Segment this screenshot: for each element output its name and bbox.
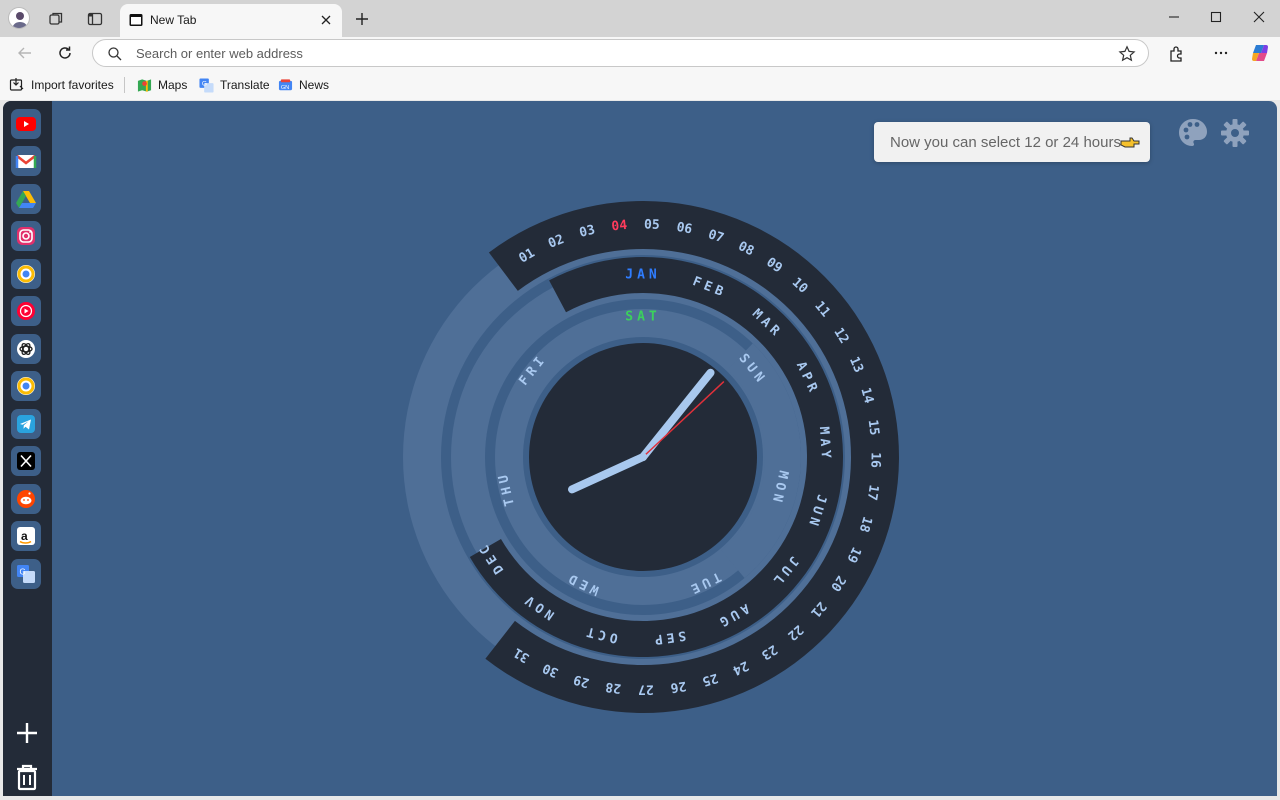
search-icon <box>108 47 122 61</box>
tab-new-tab[interactable]: New Tab <box>120 4 342 37</box>
weekday-label: SAT <box>625 310 660 325</box>
x-icon[interactable] <box>11 446 41 476</box>
svg-text:a: a <box>21 529 28 543</box>
month-label: JAN <box>625 268 660 283</box>
svg-text:GN: GN <box>281 84 289 90</box>
favorite-label: Translate <box>220 78 270 92</box>
toolbar <box>0 37 1280 69</box>
day-label: 15 <box>865 419 882 436</box>
favorite-label: Import favorites <box>31 78 114 92</box>
maps-icon <box>137 78 152 92</box>
favorites-divider <box>124 77 125 93</box>
extensions-icon[interactable] <box>1161 38 1191 68</box>
minimize-icon[interactable] <box>1151 0 1197 34</box>
day-label: 28 <box>604 679 622 696</box>
trash-icon[interactable] <box>12 761 42 793</box>
favorites-bar: Import favorites Maps G Translate GN New… <box>0 69 1280 100</box>
favorite-translate[interactable]: G Translate <box>199 75 270 95</box>
close-window-icon[interactable] <box>1236 0 1280 34</box>
reddit-icon[interactable] <box>11 484 41 514</box>
gmail-icon[interactable] <box>11 146 41 176</box>
svg-text:G: G <box>20 568 26 577</box>
tab-title: New Tab <box>150 13 197 27</box>
youtube-icon[interactable] <box>11 109 41 139</box>
refresh-icon[interactable] <box>50 38 80 68</box>
address-input[interactable] <box>136 40 1096 66</box>
browser-window: New Tab Search or enter web address Impo… <box>0 0 1280 800</box>
chrome-icon[interactable] <box>11 371 41 401</box>
google-drive-icon[interactable] <box>11 184 41 214</box>
day-label: 05 <box>644 217 660 233</box>
day-label: 04 <box>611 218 628 235</box>
favorite-import-favorites[interactable]: Import favorites <box>9 75 114 95</box>
day-label: 06 <box>675 220 693 238</box>
svg-text:G: G <box>202 80 207 87</box>
telegram-icon[interactable] <box>11 409 41 439</box>
instagram-icon[interactable] <box>11 221 41 251</box>
maximize-icon[interactable] <box>1193 0 1239 34</box>
translate-icon: G <box>199 77 214 93</box>
day-label: 27 <box>638 681 654 696</box>
import-favorites-icon <box>9 78 24 91</box>
translate-icon[interactable]: G <box>11 559 41 589</box>
favorite-label: News <box>299 78 330 92</box>
chrome-icon[interactable] <box>11 259 41 289</box>
tab-strip: New Tab <box>0 0 1280 37</box>
favorite-news[interactable]: GN News <box>278 75 329 95</box>
hint-text: Now you can select 12 or 24 hours <box>890 133 1121 151</box>
month-label: MAY <box>816 426 833 462</box>
youtube-music-icon[interactable] <box>11 296 41 326</box>
pointing-hand-icon <box>1120 137 1140 148</box>
more-options-icon[interactable] <box>1206 38 1236 68</box>
side-dock: a G <box>3 101 52 796</box>
add-shortcut-icon[interactable] <box>12 718 42 748</box>
close-tab-icon[interactable] <box>316 10 336 30</box>
hands-pivot <box>639 453 647 461</box>
favorite-label: Maps <box>158 78 188 92</box>
star-icon[interactable] <box>1118 45 1136 63</box>
back-arrow-icon[interactable] <box>10 38 40 68</box>
day-label: 26 <box>669 678 687 695</box>
profile-avatar[interactable] <box>8 7 30 29</box>
news-icon: GN <box>278 78 293 90</box>
chatgpt-icon[interactable] <box>11 334 41 364</box>
day-label: 17 <box>864 484 881 502</box>
vertical-tabs-icon[interactable] <box>81 5 109 33</box>
new-tab-page: a G Now you can select 12 or 24 hours 01… <box>3 101 1277 796</box>
copilot-icon[interactable] <box>1245 38 1275 68</box>
new-tab-icon <box>129 14 143 26</box>
amazon-icon[interactable]: a <box>11 521 41 551</box>
gear-icon[interactable] <box>1219 117 1251 149</box>
palette-icon[interactable] <box>1177 117 1209 149</box>
new-tab-button[interactable] <box>348 5 376 33</box>
hint-tooltip: Now you can select 12 or 24 hours <box>874 122 1150 162</box>
workspaces-icon[interactable] <box>42 5 70 33</box>
calendar-clock: 010203 04 05 06 0708091011121314151617181920… <box>403 200 899 713</box>
day-label: 16 <box>867 452 882 468</box>
address-bar[interactable] <box>92 39 1149 67</box>
favorite-maps[interactable]: Maps <box>137 75 187 95</box>
